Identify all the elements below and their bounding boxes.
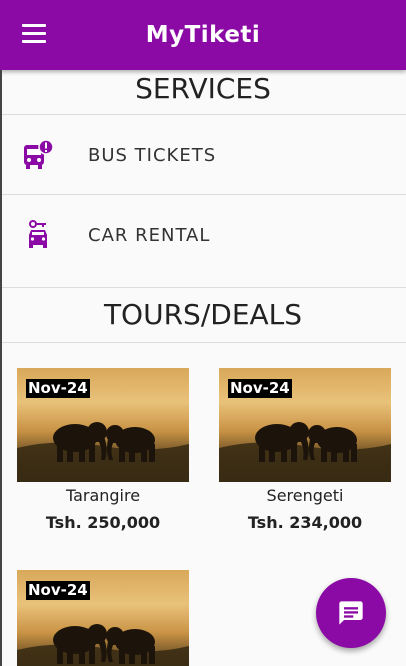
- tours-heading: TOURS/DEALS: [103, 298, 303, 331]
- app-title: MyTiketi: [145, 22, 261, 48]
- car-rental-item[interactable]: CAR RENTAL: [2, 195, 406, 275]
- date-badge: Nov-24: [26, 581, 90, 600]
- hamburger-menu-icon[interactable]: [22, 24, 52, 48]
- deal-image: Nov-24: [17, 368, 189, 482]
- chat-fab-button[interactable]: [316, 578, 386, 648]
- bus-tickets-item[interactable]: BUS TICKETS: [2, 115, 406, 195]
- deal-price: Tsh. 234,000: [247, 513, 363, 532]
- car-rental-label: CAR RENTAL: [88, 224, 211, 246]
- deal-price: Tsh. 250,000: [45, 513, 161, 532]
- divider: [2, 287, 406, 288]
- bus-alert-icon: [24, 139, 54, 169]
- date-badge: Nov-24: [228, 379, 292, 398]
- deal-name: Serengeti: [266, 486, 344, 505]
- car-rental-icon: [29, 220, 47, 248]
- services-heading: SERVICES: [135, 72, 271, 105]
- divider: [2, 342, 406, 343]
- deal-card-third[interactable]: Nov-24: [17, 570, 189, 666]
- app-bar: MyTiketi: [0, 0, 406, 70]
- deal-image: Nov-24: [219, 368, 391, 482]
- bus-tickets-label: BUS TICKETS: [88, 144, 217, 166]
- deal-image: Nov-24: [17, 570, 189, 666]
- deal-card-serengeti[interactable]: Nov-24 Serengeti Tsh. 234,000: [219, 368, 391, 532]
- deal-name: Tarangire: [65, 486, 141, 505]
- deal-card-tarangire[interactable]: Nov-24 Tarangire Tsh. 250,000: [17, 368, 189, 532]
- message-icon: [339, 601, 363, 625]
- date-badge: Nov-24: [26, 379, 90, 398]
